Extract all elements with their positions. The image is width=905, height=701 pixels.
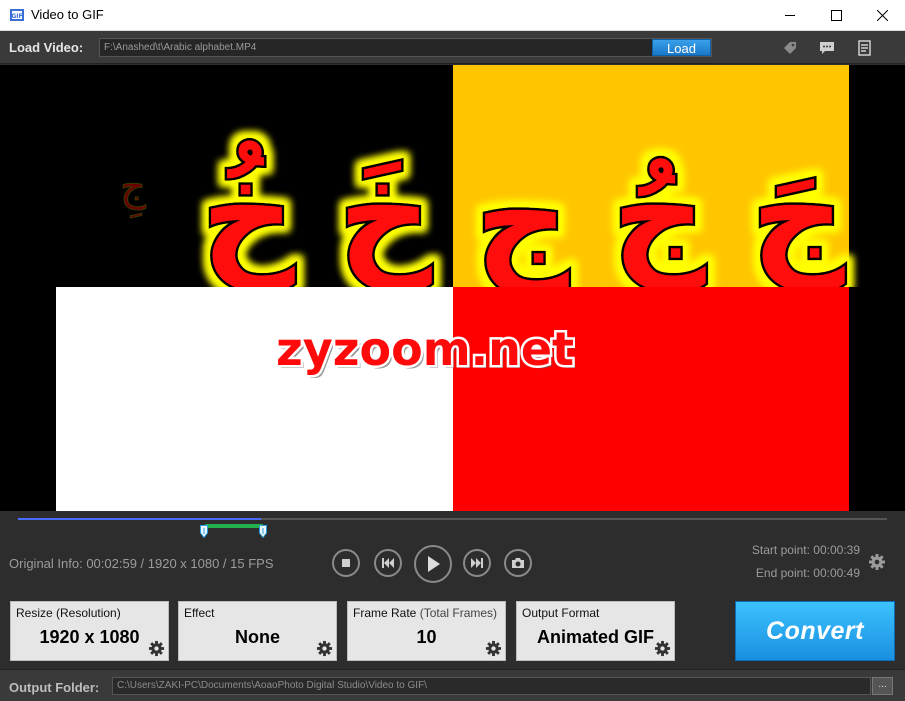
frame-rate-sublabel: (Total Frames) [419, 606, 498, 620]
maximize-button[interactable] [813, 0, 859, 31]
watermark-text: zyzoom.net [276, 322, 574, 376]
skip-forward-icon [471, 558, 483, 568]
video-preview: جِ خُ خَ جِ جُ جَ zyzoom.net zyzoom.net [0, 65, 905, 511]
next-button[interactable] [463, 549, 491, 577]
selection-range [205, 524, 263, 528]
timeline-panel: Original Info: 00:02:59 / 1920 x 1080 / … [0, 511, 905, 591]
load-button[interactable]: Load [652, 39, 711, 56]
stop-icon [342, 559, 350, 567]
frame-rate-panel[interactable]: Frame Rate (Total Frames) 10 [347, 601, 506, 661]
list-icon[interactable] [857, 40, 873, 56]
convert-button[interactable]: Convert [735, 601, 895, 661]
output-folder-field[interactable]: C:\Users\ZAKI-PC\Documents\AoaoPhoto Dig… [112, 677, 871, 695]
frame-rate-label-main: Frame Rate [353, 606, 417, 620]
start-point: Start point: 00:00:39 [751, 543, 860, 557]
play-icon [428, 556, 440, 572]
close-button[interactable] [859, 0, 905, 31]
gear-icon[interactable] [868, 553, 886, 571]
output-format-label: Output Format [522, 606, 600, 620]
letter-1: خُ [201, 139, 295, 287]
video-path-field[interactable]: F:\Anashed\t\Arabic alphabet.MP4 [99, 38, 712, 57]
svg-text:GIF: GIF [11, 13, 22, 20]
gear-icon[interactable] [316, 640, 333, 657]
minimize-button[interactable] [767, 0, 813, 31]
tag-icon[interactable] [782, 40, 798, 56]
original-info: Original Info: 00:02:59 / 1920 x 1080 / … [9, 556, 274, 571]
video-gif-app-icon: GIF [10, 9, 24, 21]
resize-label: Resize (Resolution) [16, 606, 121, 620]
letter-3: جِ [475, 144, 569, 287]
chat-icon[interactable] [819, 40, 835, 56]
previous-button[interactable] [374, 549, 402, 577]
arabic-letters: جِ خُ خَ جِ جُ جَ [120, 137, 848, 288]
load-video-bar: Load Video: F:\Anashed\t\Arabic alphabet… [0, 31, 905, 64]
title-bar: GIF Video to GIF [0, 0, 905, 31]
settings-panel: Resize (Resolution) 1920 x 1080 Effect N… [0, 591, 905, 669]
effect-label: Effect [184, 606, 215, 620]
end-point: End point: 00:00:49 [755, 566, 860, 580]
letter-4: جُ [612, 139, 706, 287]
snapshot-button[interactable] [504, 549, 532, 577]
close-icon [876, 10, 888, 21]
effect-panel[interactable]: Effect None [178, 601, 337, 661]
letter-5: جَ [751, 139, 845, 287]
stop-button[interactable] [332, 549, 360, 577]
letter-2: خَ [338, 139, 432, 287]
output-folder-label: Output Folder: [9, 680, 100, 695]
resize-panel[interactable]: Resize (Resolution) 1920 x 1080 [10, 601, 169, 661]
gear-icon[interactable] [485, 640, 502, 657]
browse-folder-button[interactable]: ... [872, 677, 893, 695]
effect-value: None [235, 627, 280, 647]
output-format-panel[interactable]: Output Format Animated GIF [516, 601, 675, 661]
minimize-icon [784, 15, 795, 16]
window-title: Video to GIF [31, 7, 104, 22]
watermark: zyzoom.net zyzoom.net [275, 320, 575, 380]
frame-rate-value: 10 [416, 627, 437, 647]
end-handle[interactable] [259, 525, 267, 538]
faded-letter: جِ [120, 164, 146, 219]
gear-icon[interactable] [148, 640, 165, 657]
play-button[interactable] [414, 545, 452, 583]
output-format-value: Animated GIF [536, 627, 654, 647]
gear-icon[interactable] [654, 640, 671, 657]
maximize-icon [830, 10, 842, 21]
skip-back-icon [382, 558, 394, 568]
frame-rate-label: Frame Rate (Total Frames) [353, 606, 497, 620]
load-video-label: Load Video: [9, 40, 84, 55]
start-handle[interactable] [200, 525, 208, 538]
camera-icon [512, 558, 524, 568]
video-to-gif-window: GIF Video to GIF Load Video: F:\Anashed\… [0, 0, 905, 701]
timeline-progress [18, 518, 261, 520]
resize-value: 1920 x 1080 [39, 627, 140, 647]
output-folder-bar: Output Folder: C:\Users\ZAKI-PC\Document… [0, 669, 905, 701]
